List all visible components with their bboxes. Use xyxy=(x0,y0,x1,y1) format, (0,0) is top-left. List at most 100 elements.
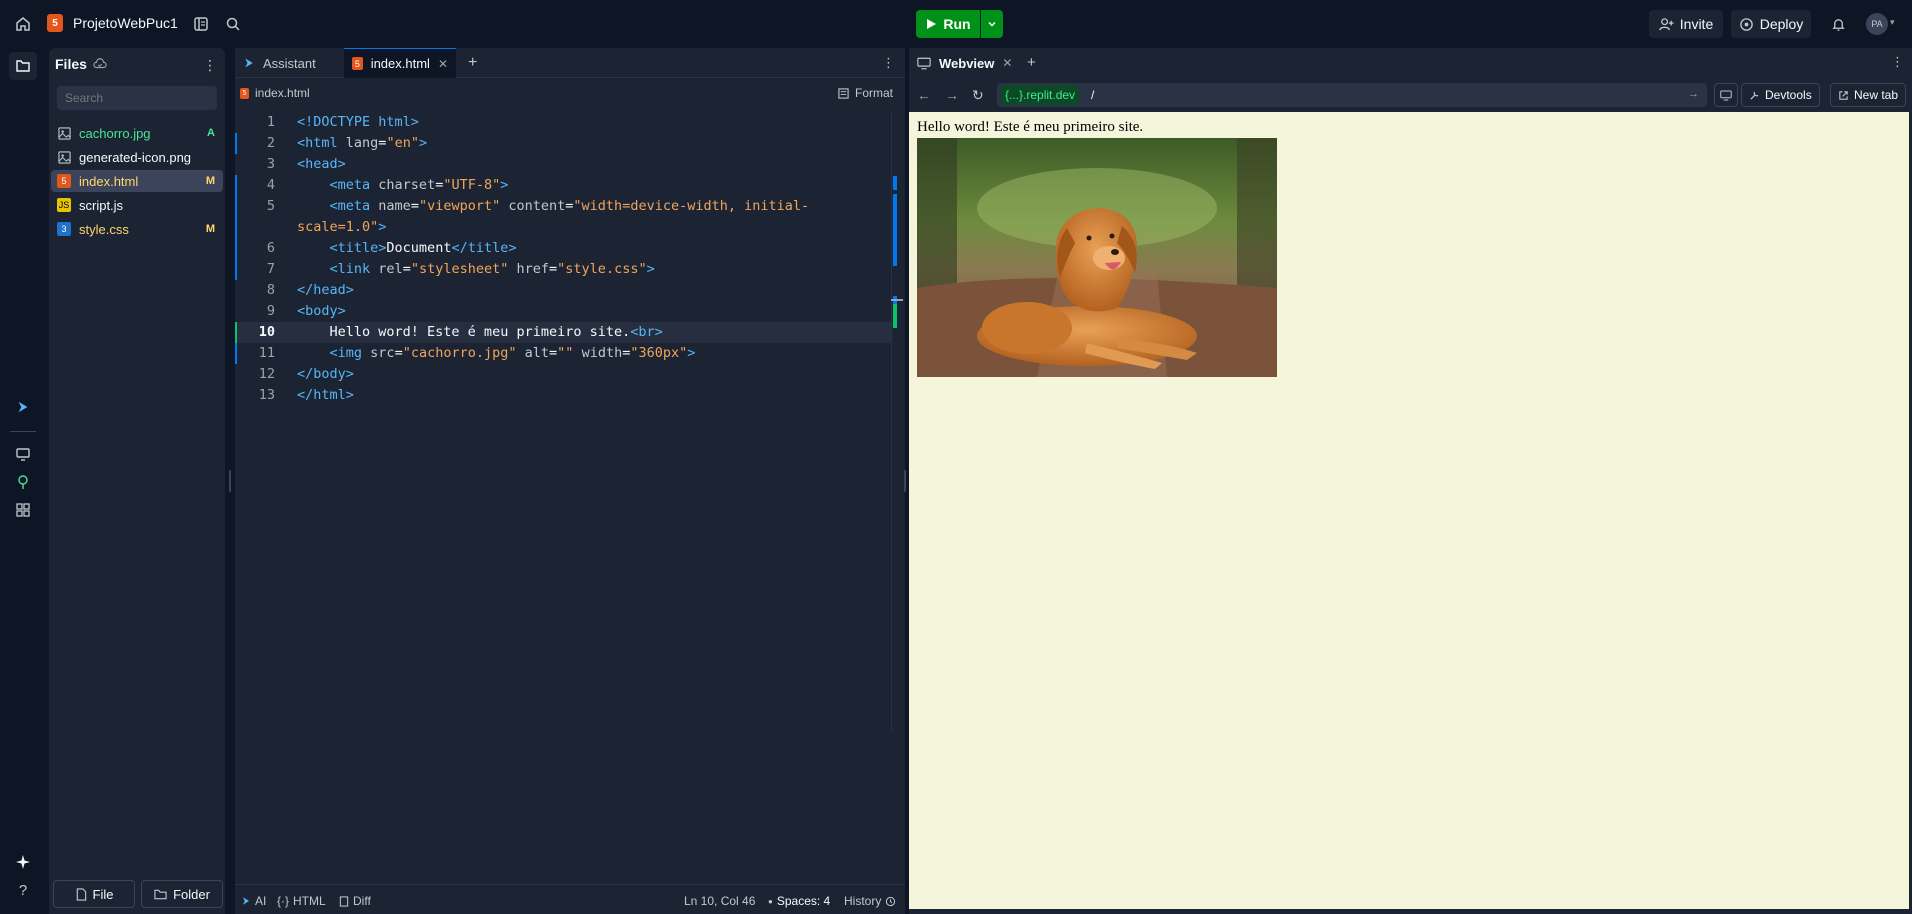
cursor-position[interactable]: Ln 10, Col 46 xyxy=(684,894,755,908)
deploy-label: Deploy xyxy=(1759,16,1804,32)
help-icon[interactable]: ? xyxy=(9,876,37,904)
language-label: HTML xyxy=(293,894,326,908)
close-icon[interactable]: ✕ xyxy=(438,57,448,71)
device-button[interactable] xyxy=(1714,83,1738,107)
file-item[interactable]: JS script.js xyxy=(51,194,223,216)
git-tree-icon[interactable] xyxy=(9,468,37,496)
format-button[interactable]: Format xyxy=(838,86,893,100)
kebab-menu-icon[interactable]: ⋮ xyxy=(882,55,895,71)
layout-icon[interactable] xyxy=(187,10,215,38)
url-path-input[interactable]: / xyxy=(1091,88,1094,102)
language-status[interactable]: {·} HTML xyxy=(277,894,326,908)
code-line[interactable]: 10 Hello word! Este é meu primeiro site.… xyxy=(235,322,891,343)
close-icon[interactable]: ✕ xyxy=(1002,56,1012,70)
kebab-menu-icon[interactable]: ⋮ xyxy=(203,57,217,74)
tab-label: index.html xyxy=(370,56,430,71)
play-icon xyxy=(927,19,937,29)
status-bar: AI {·} HTML Diff Ln 10, Col 46 ● Spaces:… xyxy=(235,884,905,914)
back-arrow-icon[interactable]: ← xyxy=(917,87,931,103)
code-text: <!DOCTYPE html> xyxy=(297,114,419,130)
run-button[interactable]: Run xyxy=(916,10,980,38)
webview-navbar: ← → ↻ {...}.replit.dev / → Devtools New … xyxy=(909,80,1912,110)
image-icon xyxy=(57,150,71,164)
monitor-icon xyxy=(1720,90,1732,100)
webview-panel: Webview ✕ + ⋮ ← → ↻ {...}.replit.dev / →… xyxy=(909,48,1912,914)
editor-panel: Assistant 5 index.html ✕ + ⋮ 5 index.htm… xyxy=(235,48,905,914)
code-line[interactable]: 13 </html> xyxy=(235,385,891,406)
new-tab-button[interactable]: New tab xyxy=(1830,83,1907,107)
code-line[interactable]: 7 <link rel="stylesheet" href="style.css… xyxy=(235,259,891,280)
notifications-bell-icon[interactable] xyxy=(1824,10,1852,38)
chevron-down-icon[interactable]: ▾ xyxy=(1890,17,1895,28)
code-line[interactable]: 2 <html lang="en"> xyxy=(235,133,891,154)
home-icon[interactable] xyxy=(9,10,37,38)
code-line[interactable]: 6 <title>Document</title> xyxy=(235,238,891,259)
code-line[interactable]: 5 <meta name="viewport" content="width=d… xyxy=(235,196,891,217)
project-name[interactable]: ProjetoWebPuc1 xyxy=(73,15,178,31)
apps-grid-icon[interactable] xyxy=(9,496,37,524)
folder-add-icon xyxy=(154,889,167,900)
kebab-menu-icon[interactable]: ⋮ xyxy=(1891,54,1904,70)
new-folder-button[interactable]: Folder xyxy=(141,880,223,908)
plus-icon[interactable]: + xyxy=(1027,54,1036,71)
js-icon: JS xyxy=(57,198,71,212)
diff-button[interactable]: Diff xyxy=(339,894,371,908)
files-title: Files xyxy=(55,56,87,72)
code-line[interactable]: 4 <meta charset="UTF-8"> xyxy=(235,175,891,196)
history-button[interactable]: History xyxy=(844,894,896,908)
line-number: 7 xyxy=(266,261,275,277)
invite-button[interactable]: Invite xyxy=(1649,10,1723,38)
webview-page[interactable]: Hello word! Este é meu primeiro site. xyxy=(909,112,1909,909)
search-icon[interactable] xyxy=(219,10,247,38)
code-editor[interactable]: 1 <!DOCTYPE html> 2 <html lang="en"> 3 <head>… xyxy=(235,112,891,914)
file-name: generated-icon.png xyxy=(79,149,192,165)
agent-icon[interactable] xyxy=(9,393,37,421)
tab-index-html[interactable]: 5 index.html ✕ xyxy=(344,48,456,78)
tab-webview[interactable]: Webview ✕ xyxy=(909,48,1020,78)
code-text: <img src="cachorro.jpg" alt="" width="36… xyxy=(329,345,696,361)
tab-label: Webview xyxy=(939,55,995,71)
code-line[interactable]: 8 </head> xyxy=(235,280,891,301)
deploy-button[interactable]: Deploy xyxy=(1731,10,1811,38)
wrench-icon xyxy=(1750,91,1759,100)
rail-divider xyxy=(10,431,36,432)
add-user-icon xyxy=(1659,17,1674,30)
devtools-button[interactable]: Devtools xyxy=(1741,83,1820,107)
new-file-button[interactable]: File xyxy=(53,880,135,908)
code-line[interactable]: 1 <!DOCTYPE html> xyxy=(235,112,891,133)
breadcrumb[interactable]: 5 index.html xyxy=(240,86,310,100)
file-search-input[interactable] xyxy=(57,86,217,110)
indent-status[interactable]: ● Spaces: 4 xyxy=(768,894,830,908)
url-bar[interactable]: {...}.replit.dev / → xyxy=(997,83,1707,107)
ai-status[interactable]: AI xyxy=(241,894,266,908)
go-arrow-icon[interactable]: → xyxy=(1688,88,1699,100)
page-text: Hello word! Este é meu primeiro site. xyxy=(917,119,1144,135)
add-tab-button[interactable]: + xyxy=(460,48,485,78)
diff-label: Diff xyxy=(353,894,371,908)
sparkle-icon[interactable] xyxy=(9,848,37,876)
tab-assistant[interactable]: Assistant xyxy=(235,48,341,78)
file-item[interactable]: generated-icon.png xyxy=(51,146,223,168)
code-line[interactable]: scale=1.0"> xyxy=(235,217,891,238)
code-line[interactable]: 12 </body> xyxy=(235,364,891,385)
code-line[interactable]: 9 <body> xyxy=(235,301,891,322)
monitor-icon[interactable] xyxy=(9,440,37,468)
modified-badge: M xyxy=(205,223,215,235)
image-icon xyxy=(57,126,71,140)
file-item[interactable]: 3 style.css M xyxy=(51,218,223,240)
line-number: 4 xyxy=(266,177,275,193)
avatar[interactable]: PA xyxy=(1866,13,1888,35)
file-item[interactable]: 5 index.html M xyxy=(51,170,223,192)
forward-arrow-icon[interactable]: → xyxy=(945,87,959,103)
code-line[interactable]: 11 <img src="cachorro.jpg" alt="" width=… xyxy=(235,343,891,364)
scroll-thumb[interactable] xyxy=(891,299,903,301)
line-number: 6 xyxy=(266,240,275,256)
url-domain[interactable]: {...}.replit.dev xyxy=(1001,85,1080,105)
resize-handle[interactable] xyxy=(904,470,906,492)
run-dropdown-button[interactable] xyxy=(981,10,1003,38)
refresh-icon[interactable]: ↻ xyxy=(972,87,984,104)
files-folder-icon[interactable] xyxy=(9,52,37,80)
code-line[interactable]: 3 <head> xyxy=(235,154,891,175)
resize-handle[interactable] xyxy=(229,470,231,492)
file-item[interactable]: cachorro.jpg A xyxy=(51,122,223,144)
